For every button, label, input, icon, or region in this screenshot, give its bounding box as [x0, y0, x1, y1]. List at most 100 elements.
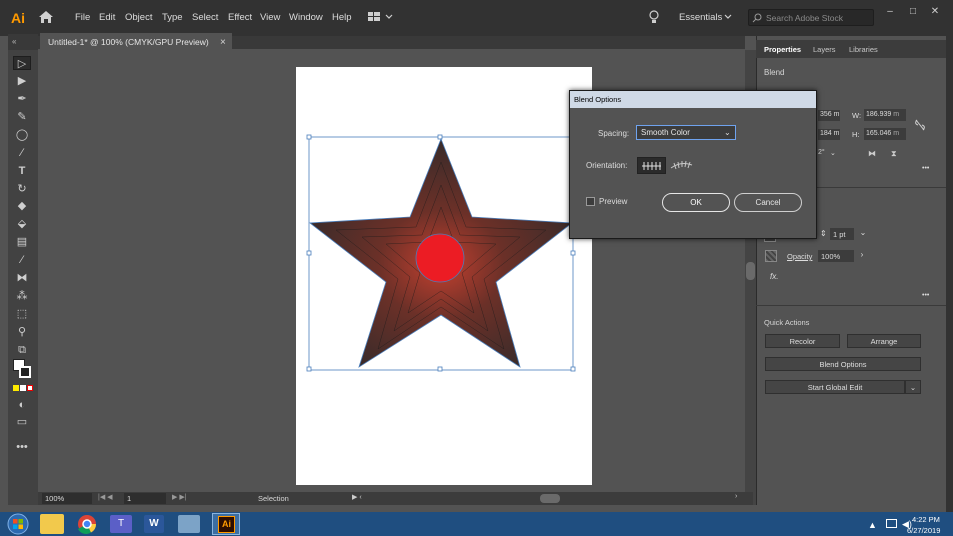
angle-chevron-icon[interactable]: ⌄ [830, 149, 836, 157]
paint-taskbar-icon[interactable] [178, 515, 200, 533]
home-icon[interactable] [38, 10, 54, 24]
stroke-weight-field[interactable]: 1 pt [830, 228, 854, 240]
chrome-taskbar-icon[interactable] [76, 514, 98, 534]
search-stock-input[interactable]: Search Adobe Stock [748, 9, 874, 26]
rotate-tool-icon[interactable]: ↻ [13, 182, 31, 196]
cancel-button[interactable]: Cancel [734, 193, 802, 212]
zoom-select[interactable]: 100% [42, 493, 92, 504]
file-explorer-taskbar-icon[interactable] [40, 514, 64, 534]
fx-icon[interactable]: fx. [770, 272, 778, 281]
minimize-button[interactable]: – [883, 6, 897, 18]
blend-options-button[interactable]: Blend Options [765, 357, 921, 371]
y-field[interactable]: 184 m [818, 129, 840, 140]
eraser-tool-icon[interactable]: ◆ [13, 199, 31, 213]
spacing-chevron-icon[interactable]: ⌄ [724, 128, 731, 137]
teams-taskbar-icon[interactable]: T [110, 515, 132, 533]
lightbulb-icon[interactable] [648, 10, 660, 25]
gradient-mode-icon[interactable] [20, 385, 26, 391]
x-field[interactable]: 356 m [818, 110, 840, 121]
word-taskbar-icon[interactable]: W [144, 515, 164, 533]
blend-tool-icon[interactable]: ⧓ [13, 271, 31, 285]
edit-toolbar-icon[interactable]: ••• [13, 440, 31, 454]
tab-libraries[interactable]: Libraries [849, 45, 878, 54]
curvature-tool-icon[interactable]: ✎ [13, 110, 31, 124]
start-global-edit-button[interactable]: Start Global Edit [765, 380, 905, 394]
menu-object[interactable]: Object [125, 12, 152, 23]
type-tool-icon[interactable]: T [13, 164, 31, 178]
tab-properties[interactable]: Properties [764, 45, 801, 54]
more-options-icon[interactable]: ••• [922, 165, 929, 172]
artboard-tool-icon[interactable]: ⬚ [13, 307, 31, 321]
workspace-switcher[interactable]: Essentials [679, 12, 722, 23]
menu-file[interactable]: File [75, 12, 90, 23]
pen-tool-icon[interactable]: ✒ [13, 92, 31, 106]
preview-checkbox[interactable] [586, 197, 595, 206]
constrain-proportions-icon[interactable] [914, 118, 926, 132]
color-mode-icon[interactable] [13, 385, 19, 391]
screen-mode-icon[interactable]: ▭ [13, 415, 31, 429]
selection-tool-icon[interactable]: ▷ [13, 56, 31, 70]
toolbar-collapse-icon[interactable]: « [8, 34, 38, 50]
tray-chevron-icon[interactable]: ▲ [868, 520, 877, 530]
menu-effect[interactable]: Effect [228, 12, 252, 23]
global-edit-chevron-icon[interactable]: ⌄ [905, 380, 921, 394]
artboard-number-select[interactable]: 1 [124, 493, 166, 504]
eyedropper-tool-icon[interactable]: ⁄ [13, 253, 31, 267]
clock-time[interactable]: 4:22 PM [912, 515, 940, 524]
arrange-button[interactable]: Arrange [847, 334, 921, 348]
symbol-sprayer-tool-icon[interactable]: ⁂ [13, 289, 31, 303]
draw-mode-icon[interactable]: ◐ [13, 398, 31, 412]
illustrator-taskbar-button[interactable]: Ai [212, 513, 240, 535]
opacity-chevron-icon[interactable]: › [856, 250, 868, 262]
recolor-button[interactable]: Recolor [765, 334, 840, 348]
close-tab-icon[interactable]: × [220, 37, 226, 48]
flip-vertical-icon[interactable]: ⧗ [891, 149, 897, 159]
vertical-scroll-thumb[interactable] [746, 262, 755, 280]
status-arrow-icon[interactable]: ▶ ‹ [352, 493, 362, 501]
scroll-right-icon[interactable]: › [735, 493, 737, 500]
opacity-field[interactable]: 100% [818, 250, 854, 262]
warp-tool-icon[interactable]: ⬙ [13, 217, 31, 231]
align-to-path-button[interactable] [668, 157, 697, 174]
direct-selection-tool-icon[interactable]: ▶ [13, 74, 31, 88]
menu-view[interactable]: View [260, 12, 280, 23]
ellipse-tool-icon[interactable]: ◯ [13, 128, 31, 142]
menu-edit[interactable]: Edit [99, 12, 115, 23]
gradient-tool-icon[interactable]: ▤ [13, 235, 31, 249]
arrange-documents-icon[interactable] [368, 11, 394, 23]
flip-horizontal-icon[interactable]: ⧓ [868, 149, 876, 158]
blend-artwork[interactable] [296, 67, 592, 485]
menu-window[interactable]: Window [289, 12, 323, 23]
clock-date[interactable]: 6/27/2019 [907, 526, 940, 535]
swap-colors-icon[interactable]: ⧉ [13, 343, 31, 357]
paintbrush-tool-icon[interactable]: ∕ [13, 146, 31, 160]
windows-start-icon[interactable] [3, 512, 33, 536]
dialog-title-bar[interactable]: Blend Options [570, 91, 816, 108]
stroke-stepper-icon[interactable]: ⇕ [820, 229, 827, 238]
horizontal-scroll-thumb[interactable] [540, 494, 560, 503]
width-field[interactable]: 186.939 m [864, 109, 906, 121]
chevron-down-icon[interactable] [724, 14, 732, 20]
height-field[interactable]: 165.046 m [864, 128, 906, 140]
close-window-button[interactable]: ✕ [928, 6, 942, 18]
align-to-page-button[interactable] [637, 157, 666, 174]
network-icon[interactable] [886, 519, 897, 528]
menu-select[interactable]: Select [192, 12, 218, 23]
more-appearance-icon[interactable]: ••• [922, 292, 929, 299]
artboard-prev-icons[interactable]: |◀ ◀ [98, 493, 113, 501]
tab-document[interactable]: Untitled-1* @ 100% (CMYK/GPU Preview) [40, 33, 232, 50]
stroke-swatch[interactable] [19, 366, 31, 378]
menu-help[interactable]: Help [332, 12, 352, 23]
zoom-tool-icon[interactable]: ⚲ [13, 325, 31, 339]
spacing-select[interactable]: Smooth Color [636, 125, 736, 140]
ok-button[interactable]: OK [662, 193, 730, 212]
opacity-label[interactable]: Opacity [787, 252, 812, 261]
tab-layers[interactable]: Layers [813, 45, 836, 54]
maximize-button[interactable]: □ [906, 6, 920, 18]
angle-field[interactable]: 2° [818, 149, 825, 156]
dialog-title: Blend Options [574, 95, 622, 104]
none-mode-icon[interactable] [27, 385, 33, 391]
artboard-next-icons[interactable]: ▶ ▶| [172, 493, 187, 501]
menu-type[interactable]: Type [162, 12, 183, 23]
stroke-weight-chevron-icon[interactable]: ⌄ [857, 228, 869, 240]
